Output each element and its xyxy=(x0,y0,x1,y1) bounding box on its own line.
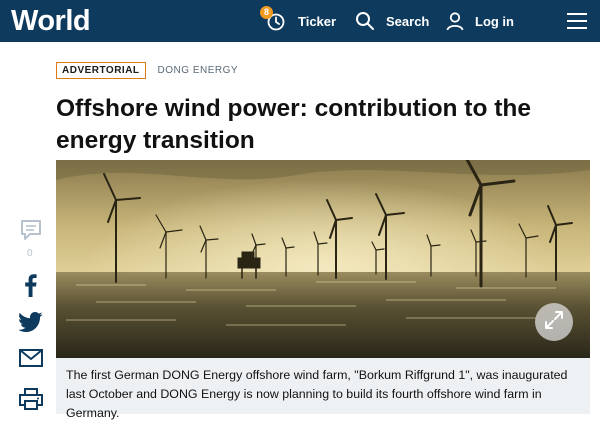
sponsor-link[interactable]: DONG ENERGY xyxy=(158,65,239,76)
facebook-share-button[interactable] xyxy=(22,273,38,297)
search-icon xyxy=(355,11,375,31)
ticker-badge: 8 xyxy=(260,6,273,19)
facebook-icon xyxy=(22,273,38,297)
ticker-label: Ticker xyxy=(298,13,337,29)
ticker-button[interactable]: Ticker xyxy=(266,0,336,42)
email-icon xyxy=(19,349,43,367)
top-bar: World Ticker 8 Search Log in xyxy=(0,0,600,42)
advertorial-tag: ADVERTORIAL xyxy=(56,62,146,79)
search-button[interactable]: Search xyxy=(355,0,429,42)
twitter-icon xyxy=(19,312,43,332)
menu-button[interactable] xyxy=(567,0,587,42)
login-button[interactable]: Log in xyxy=(445,0,514,42)
print-icon xyxy=(19,387,43,411)
comment-count: 0 xyxy=(27,248,33,259)
search-label: Search xyxy=(386,13,430,29)
twitter-share-button[interactable] xyxy=(19,312,43,332)
article-headline: Offshore wind power: contribution to the… xyxy=(56,95,531,154)
hamburger-icon xyxy=(567,12,587,30)
article-meta: ADVERTORIAL DONG ENERGY xyxy=(56,62,238,79)
image-caption: The first German DONG Energy offshore wi… xyxy=(56,358,590,420)
comment-icon xyxy=(19,218,43,242)
print-button[interactable] xyxy=(19,387,43,411)
email-share-button[interactable] xyxy=(19,349,43,367)
site-logo[interactable]: World xyxy=(11,5,91,38)
hero-image[interactable] xyxy=(56,160,590,358)
expand-icon xyxy=(544,310,564,335)
login-label: Log in xyxy=(475,13,514,29)
comment-button[interactable] xyxy=(19,218,43,242)
expand-image-button[interactable] xyxy=(535,303,573,341)
user-icon xyxy=(445,11,465,31)
